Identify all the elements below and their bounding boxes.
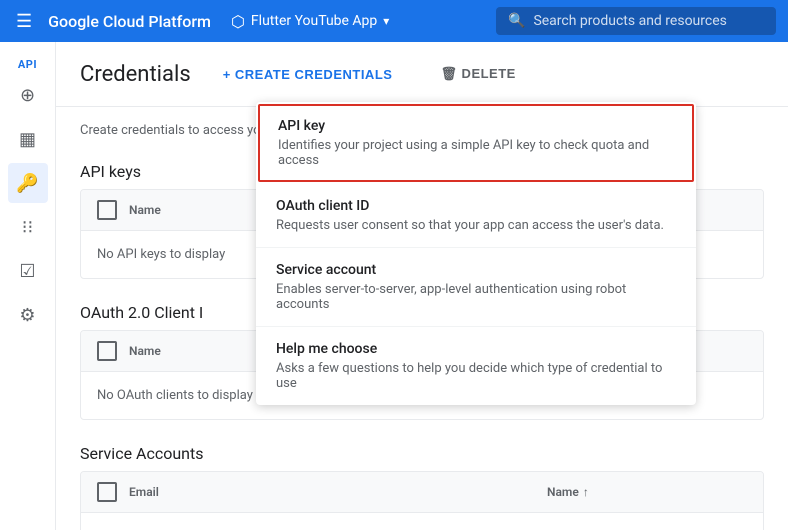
service-accounts-checkbox-all[interactable]	[97, 482, 117, 502]
service-accounts-col-email: Email	[129, 485, 535, 499]
service-accounts-col-name: Name ↑	[547, 485, 747, 499]
sort-up-icon: ↑	[583, 485, 589, 499]
sidebar-item-settings[interactable]: ⚙	[8, 295, 48, 335]
chevron-down-icon: ▾	[383, 14, 389, 28]
sidebar-item-home[interactable]: ⊕	[8, 75, 48, 115]
project-selector[interactable]: ⬡ Flutter YouTube App ▾	[223, 8, 397, 35]
search-bar[interactable]: 🔍 Search products and resources	[496, 7, 776, 35]
dropdown-item-service-account[interactable]: Service account Enables server-to-server…	[256, 248, 696, 327]
dropdown-item-oauth[interactable]: OAuth client ID Requests user consent so…	[256, 184, 696, 248]
service-accounts-table-header: Email Name ↑	[81, 472, 763, 513]
service-account-desc: Enables server-to-server, app-level auth…	[276, 282, 676, 312]
nav-logo: Google Cloud Platform	[48, 12, 211, 31]
sidebar: API ⊕ ▦ 🔑 ⁝⁝ ☑ ⚙	[0, 42, 56, 530]
logo-text: Google Cloud Platform	[48, 12, 211, 31]
page-title: Credentials	[80, 62, 191, 87]
hamburger-icon[interactable]: ☰	[12, 7, 36, 36]
service-accounts-col-name-label: Name	[547, 485, 579, 499]
project-icon: ⬡	[231, 12, 245, 31]
dropdown-item-help[interactable]: Help me choose Asks a few questions to h…	[256, 327, 696, 405]
service-account-title: Service account	[276, 262, 676, 278]
help-title: Help me choose	[276, 341, 676, 357]
create-credentials-button[interactable]: + CREATE CREDENTIALS	[207, 59, 409, 90]
search-placeholder-text: Search products and resources	[533, 13, 726, 29]
oauth-title: OAuth client ID	[276, 198, 676, 214]
dropdown-menu: API key Identifies your project using a …	[256, 102, 696, 405]
top-nav: ☰ Google Cloud Platform ⬡ Flutter YouTub…	[0, 0, 788, 42]
oauth-desc: Requests user consent so that your app c…	[276, 218, 676, 233]
credentials-dropdown: API key Identifies your project using a …	[256, 102, 696, 405]
sidebar-item-tools[interactable]: ⁝⁝	[8, 207, 48, 247]
sidebar-item-check[interactable]: ☑	[8, 251, 48, 291]
delete-button[interactable]: 🗑 DELETE	[424, 58, 531, 90]
service-accounts-empty-message: No service accounts to display	[81, 513, 763, 530]
service-accounts-section-title: Service Accounts	[80, 428, 764, 471]
api-label: API	[18, 58, 37, 71]
dropdown-item-api-key[interactable]: API key Identifies your project using a …	[258, 104, 694, 182]
help-desc: Asks a few questions to help you decide …	[276, 361, 676, 391]
main-content: Credentials + CREATE CREDENTIALS 🗑 DELET…	[56, 42, 788, 530]
search-icon: 🔍	[508, 13, 525, 29]
api-keys-checkbox-all[interactable]	[97, 200, 117, 220]
api-key-title: API key	[278, 118, 674, 134]
sidebar-item-dashboard[interactable]: ▦	[8, 119, 48, 159]
oauth-checkbox-all[interactable]	[97, 341, 117, 361]
service-accounts-table: Email Name ↑ No service accounts to disp…	[80, 471, 764, 530]
project-name: Flutter YouTube App	[251, 13, 377, 29]
sidebar-item-credentials[interactable]: 🔑	[8, 163, 48, 203]
credentials-header: Credentials + CREATE CREDENTIALS 🗑 DELET…	[56, 42, 788, 107]
main-layout: API ⊕ ▦ 🔑 ⁝⁝ ☑ ⚙ Credentials + CREATE CR…	[0, 42, 788, 530]
api-key-desc: Identifies your project using a simple A…	[278, 138, 674, 168]
